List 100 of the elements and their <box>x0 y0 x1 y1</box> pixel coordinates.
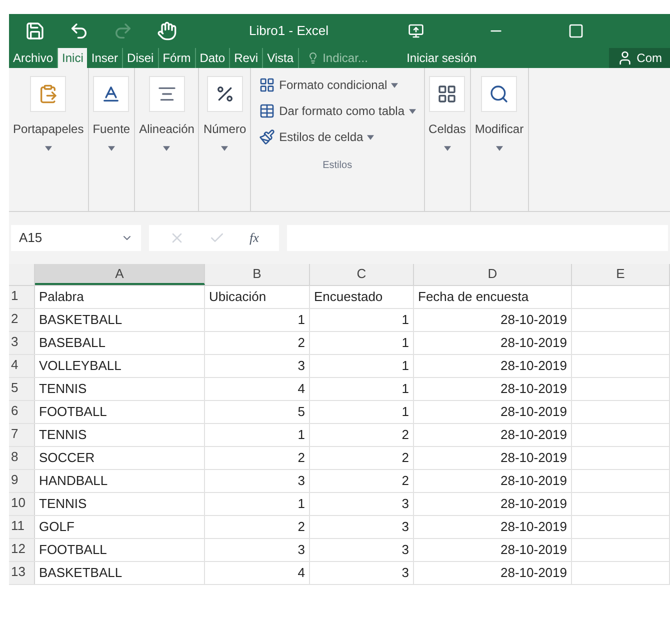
dropdown-caret-icon <box>163 146 170 151</box>
table-cell: 3 <box>310 562 414 584</box>
ribbon-group-button[interactable]: Número <box>203 120 246 151</box>
row-header[interactable]: 4 <box>9 355 35 377</box>
table-cell: SOCCER <box>35 447 205 469</box>
table-cell: 3 <box>310 493 414 515</box>
table-cell: 3 <box>205 539 310 561</box>
sign-in-link[interactable]: Iniciar sesión <box>406 48 477 68</box>
table-cell: FOOTBALL <box>35 539 205 561</box>
table-cell: 28-10-2019 <box>414 355 572 377</box>
row-header[interactable]: 3 <box>9 332 35 354</box>
dropdown-caret-icon <box>44 146 52 151</box>
column-header[interactable]: E <box>572 264 670 285</box>
row-header[interactable]: 2 <box>9 309 35 331</box>
table-cell: 4 <box>205 562 310 584</box>
table-cell: 3 <box>310 539 414 561</box>
dropdown-caret-icon <box>391 82 398 88</box>
share-button[interactable]: Com <box>608 48 670 68</box>
table-cell: 3 <box>205 355 310 377</box>
row-header[interactable]: 5 <box>9 378 35 400</box>
row-header[interactable]: 11 <box>9 516 35 538</box>
search-icon <box>489 84 510 104</box>
table-cell: HANDBALL <box>35 470 205 492</box>
maximize-icon[interactable] <box>568 23 584 39</box>
row-header[interactable]: 8 <box>9 447 35 469</box>
insert-function-button[interactable]: fx <box>250 228 259 248</box>
cells-icon <box>437 84 458 104</box>
table-cell: BASKETBALL <box>35 562 205 584</box>
dropdown-caret-icon <box>408 108 416 114</box>
row-header[interactable]: 13 <box>9 562 35 584</box>
table-cell: 2 <box>310 470 414 492</box>
ribbon-group-button[interactable]: Alineación <box>139 120 194 151</box>
row-header[interactable]: 1 <box>9 286 35 308</box>
table-cell: Fecha de encuesta <box>414 286 572 308</box>
table-cell: TENNIS <box>35 493 205 515</box>
table-cell: FOOTBALL <box>35 401 205 423</box>
ribbon-group-button[interactable]: Fuente <box>92 120 130 151</box>
table-cell: TENNIS <box>35 378 205 400</box>
undo-icon[interactable] <box>69 21 89 41</box>
table-cell: 1 <box>205 493 310 515</box>
ribbon-group-button[interactable]: Modificar <box>474 120 524 151</box>
dropdown-caret-icon <box>444 146 451 151</box>
table-cell: 28-10-2019 <box>414 493 572 515</box>
percent-icon <box>214 84 235 104</box>
ribbon-tab[interactable]: Inici <box>58 48 88 68</box>
dropdown-caret-icon <box>496 146 503 151</box>
table-cell: 28-10-2019 <box>414 332 572 354</box>
column-header[interactable]: A <box>35 264 205 285</box>
table-cell: 28-10-2019 <box>414 539 572 561</box>
styles-command[interactable]: Estilos de celda <box>259 124 416 150</box>
table-cell: 5 <box>205 401 310 423</box>
table-cell: 1 <box>310 355 414 377</box>
table-cell: 28-10-2019 <box>414 516 572 538</box>
column-header[interactable]: D <box>414 264 572 285</box>
dropdown-caret-icon <box>108 146 115 151</box>
row-header[interactable]: 6 <box>9 401 35 423</box>
name-box[interactable]: A15 <box>11 225 141 251</box>
table-cell: GOLF <box>35 516 205 538</box>
table-cell: 28-10-2019 <box>414 562 572 584</box>
group-label: Estilos <box>322 159 352 173</box>
table-format-icon <box>259 103 276 119</box>
table-cell: 2 <box>310 447 414 469</box>
table-cell: Ubicación <box>205 286 310 308</box>
clipboard-icon <box>38 84 58 104</box>
table-cell: 1 <box>205 424 310 446</box>
window-title: Libro1 - Excel <box>249 22 328 40</box>
cell-style-icon <box>259 129 276 145</box>
font-color-icon <box>101 84 122 104</box>
table-cell: 4 <box>205 378 310 400</box>
styles-command[interactable]: Formato condicional <box>259 72 416 98</box>
column-header[interactable]: C <box>310 264 414 285</box>
person-icon <box>616 50 633 66</box>
table-cell: 1 <box>310 401 414 423</box>
table-cell: 2 <box>310 424 414 446</box>
row-header[interactable]: 12 <box>9 539 35 561</box>
dropdown-caret-icon <box>221 146 228 151</box>
table-cell: BASKETBALL <box>35 309 205 331</box>
redo-icon <box>113 21 133 41</box>
table-cell: 28-10-2019 <box>414 447 572 469</box>
table-cell: 3 <box>205 470 310 492</box>
table-cell: 2 <box>205 332 310 354</box>
table-cell: 2 <box>205 447 310 469</box>
row-header[interactable]: 10 <box>9 493 35 515</box>
save-icon[interactable] <box>25 21 45 41</box>
table-cell: 2 <box>205 516 310 538</box>
ribbon-group-button[interactable]: Portapapeles <box>13 120 84 151</box>
table-cell: 1 <box>310 309 414 331</box>
row-header[interactable]: 9 <box>9 470 35 492</box>
lightbulb-icon <box>306 52 319 64</box>
touch-mode-icon[interactable] <box>157 21 177 41</box>
row-header[interactable]: 7 <box>9 424 35 446</box>
dropdown-caret-icon <box>367 134 374 140</box>
table-cell: 28-10-2019 <box>414 470 572 492</box>
styles-command[interactable]: Dar formato como tabla <box>259 98 416 124</box>
table-cell: 28-10-2019 <box>414 309 572 331</box>
column-header[interactable]: B <box>205 264 310 285</box>
tell-me-field[interactable]: Indicar... <box>322 49 383 67</box>
table-cell: 28-10-2019 <box>414 378 572 400</box>
ribbon-group-button[interactable]: Celdas <box>428 120 466 151</box>
table-cell: 1 <box>310 378 414 400</box>
